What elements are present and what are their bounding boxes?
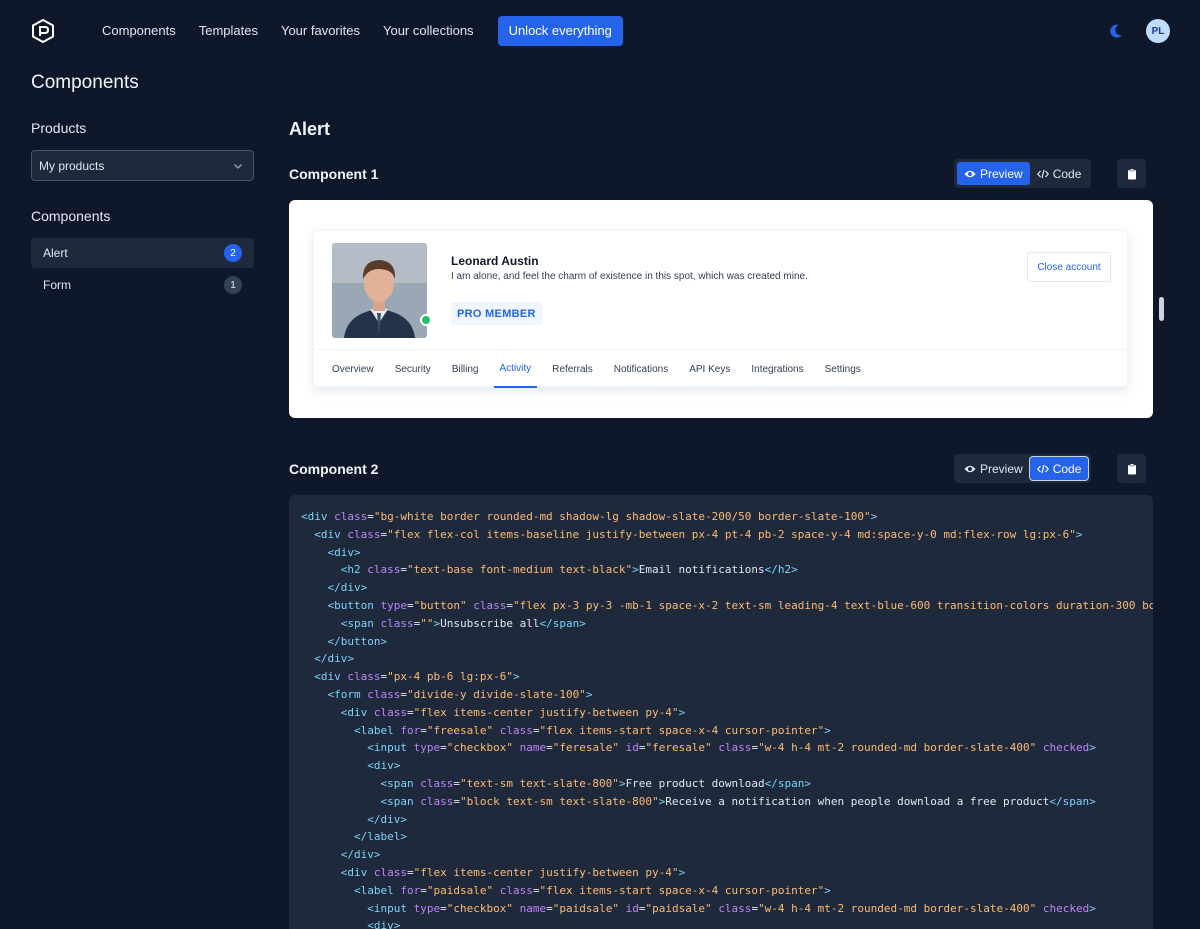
tab-notifications[interactable]: Notifications — [614, 350, 668, 388]
nav-components[interactable]: Components — [102, 16, 176, 46]
logo-icon[interactable] — [31, 19, 55, 43]
tab-overview[interactable]: Overview — [332, 350, 374, 388]
nav-collections[interactable]: Your collections — [383, 16, 474, 46]
component-1-title: Component 1 — [289, 166, 379, 182]
tab-settings[interactable]: Settings — [825, 350, 861, 388]
components-heading: Components — [31, 208, 111, 224]
nav-favorites[interactable]: Your favorites — [281, 16, 360, 46]
clipboard-icon — [1127, 168, 1136, 179]
copy-button[interactable] — [1117, 454, 1146, 483]
nav-templates[interactable]: Templates — [199, 16, 258, 46]
chevron-down-icon — [234, 163, 242, 169]
products-select[interactable]: My products — [31, 150, 254, 181]
component-1-preview: Leonard Austin I am alone, and feel the … — [289, 200, 1153, 418]
scrollbar-thumb[interactable] — [1159, 297, 1164, 321]
copy-button[interactable] — [1117, 159, 1146, 188]
sidebar-item-label: Form — [43, 278, 71, 292]
close-account-button[interactable]: Close account — [1027, 252, 1111, 282]
unlock-button[interactable]: Unlock everything — [497, 16, 623, 46]
profile-card: Leonard Austin I am alone, and feel the … — [313, 230, 1128, 388]
tab-referrals[interactable]: Referrals — [552, 350, 593, 388]
profile-description: I am alone, and feel the charm of existe… — [451, 271, 808, 282]
tab-security[interactable]: Security — [395, 350, 431, 388]
preview-label: Preview — [980, 166, 1023, 181]
profile-photo — [332, 243, 427, 338]
component-2-view-toggle: Preview Code — [954, 454, 1092, 483]
tab-billing[interactable]: Billing — [452, 350, 479, 388]
tab-api-keys[interactable]: API Keys — [689, 350, 730, 388]
code-button[interactable]: Code — [1029, 457, 1089, 480]
sidebar-item-label: Alert — [43, 246, 68, 260]
code-button[interactable]: Code — [1030, 162, 1089, 185]
code-icon — [1036, 464, 1049, 473]
eye-icon — [964, 465, 976, 472]
moon-icon[interactable] — [1108, 23, 1124, 39]
user-avatar[interactable]: PL — [1146, 19, 1170, 43]
component-1-view-toggle: Preview Code — [954, 159, 1092, 188]
products-heading: Products — [31, 120, 87, 136]
tab-integrations[interactable]: Integrations — [751, 350, 803, 388]
preview-button[interactable]: Preview — [957, 457, 1030, 480]
sidebar-item-form[interactable]: Form 1 — [31, 270, 254, 300]
code-label: Code — [1052, 166, 1082, 181]
profile-tabs: Overview Security Billing Activity Refer… — [314, 349, 1127, 388]
preview-label: Preview — [980, 461, 1023, 476]
count-badge: 2 — [224, 244, 242, 262]
online-status-dot — [420, 314, 432, 326]
code-block[interactable]: <div class="bg-white border rounded-md s… — [289, 495, 1153, 929]
main-nav: Components Templates Your favorites Your… — [102, 16, 623, 46]
tab-activity[interactable]: Activity — [493, 350, 538, 388]
component-2-title: Component 2 — [289, 461, 379, 477]
eye-icon — [964, 170, 976, 177]
products-select-value: My products — [39, 158, 105, 173]
section-title: Alert — [289, 119, 331, 139]
code-icon — [1036, 169, 1049, 178]
sidebar-item-alert[interactable]: Alert 2 — [31, 238, 254, 268]
page-title: Components — [31, 72, 139, 93]
count-badge: 1 — [224, 276, 242, 294]
clipboard-icon — [1127, 463, 1136, 474]
top-navigation: Components Templates Your favorites Your… — [0, 0, 1200, 62]
preview-button[interactable]: Preview — [957, 162, 1030, 185]
profile-name: Leonard Austin — [451, 254, 539, 268]
member-badge: PRO MEMBER — [451, 302, 542, 325]
code-label: Code — [1052, 461, 1082, 476]
